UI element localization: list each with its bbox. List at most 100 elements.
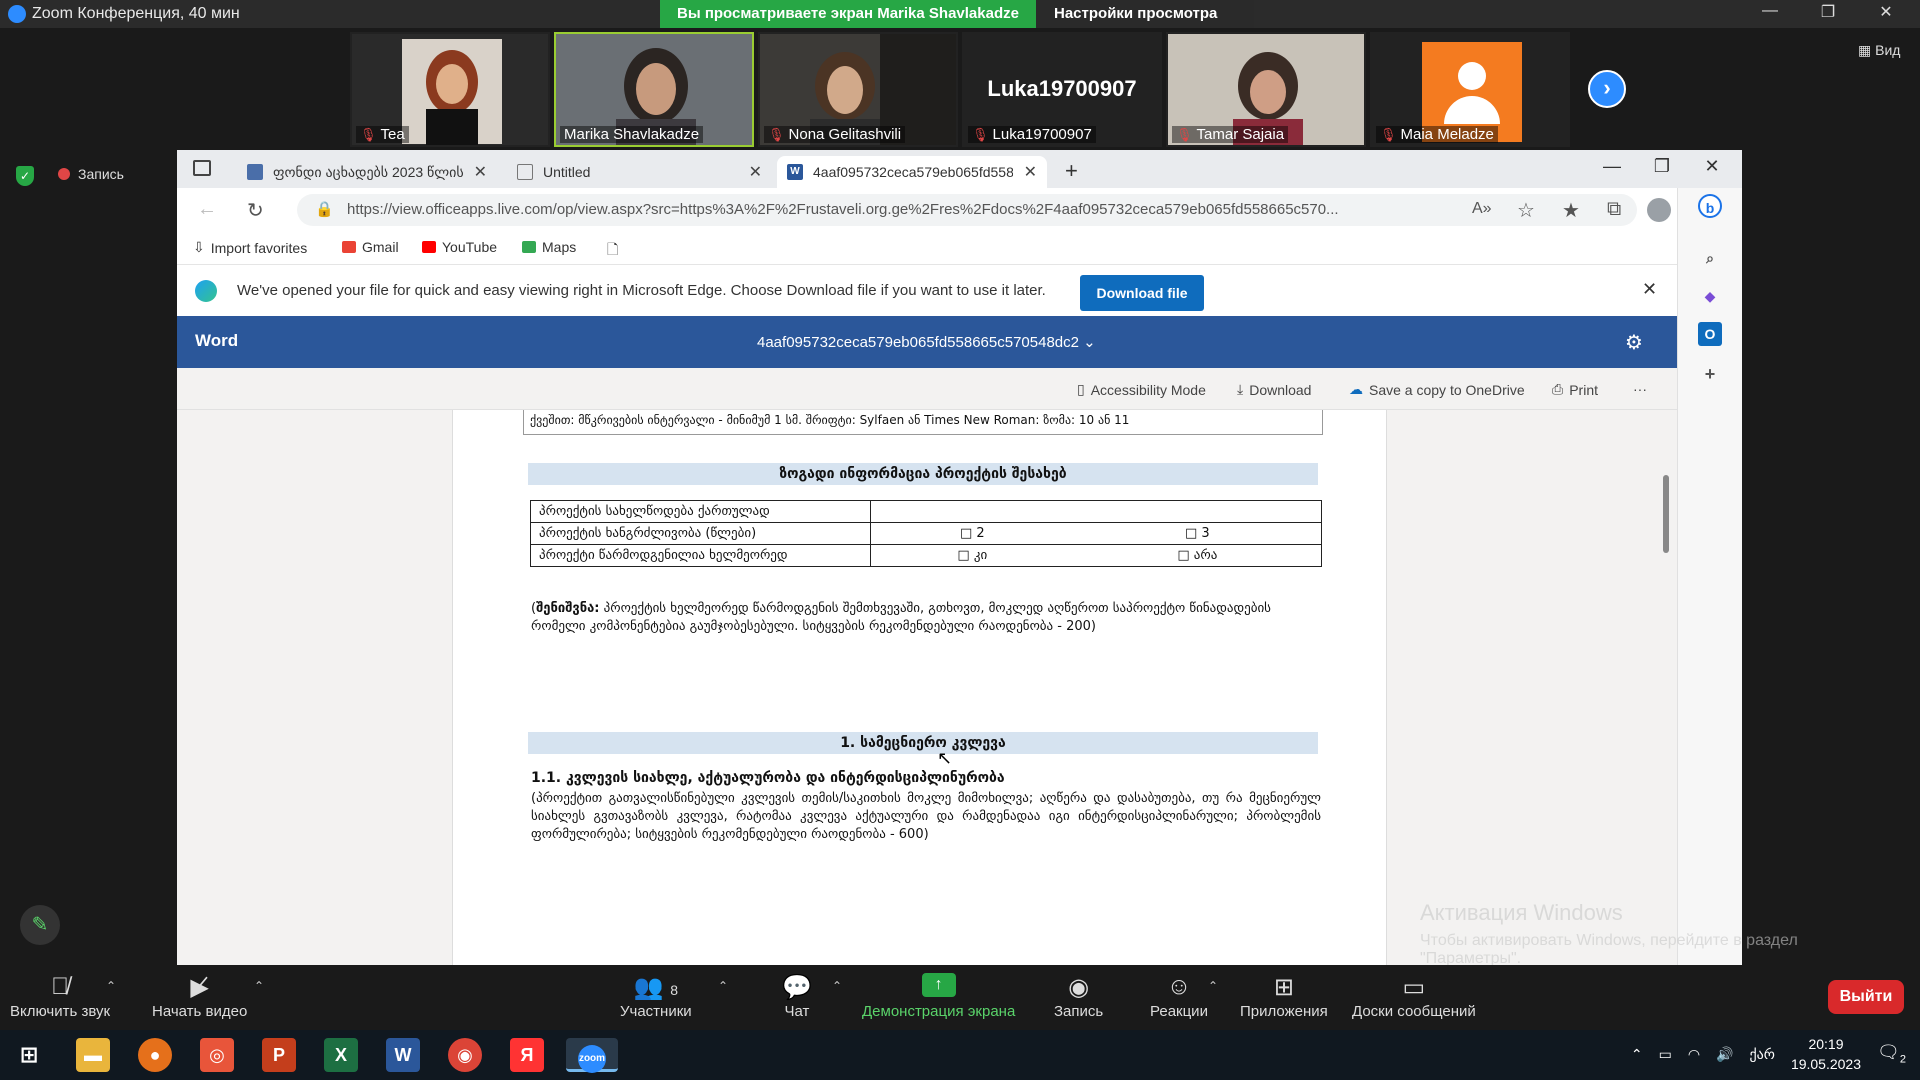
- participant-tile[interactable]: 🎙 Maia Meladze: [1370, 32, 1570, 147]
- doc-title[interactable]: 4aaf095732ceca579eb065fd558665c570548dc2…: [757, 333, 1096, 351]
- yandex-icon[interactable]: Я: [510, 1038, 544, 1072]
- restore-icon[interactable]: ❐: [1808, 2, 1848, 22]
- edge-info-bar: We've opened your file for quick and eas…: [177, 264, 1677, 316]
- close-icon[interactable]: ✕: [1866, 2, 1906, 22]
- excel-icon[interactable]: X: [324, 1038, 358, 1072]
- wifi-icon[interactable]: ◠: [1688, 1046, 1700, 1063]
- whiteboards-button[interactable]: ▭ Доски сообщений: [1352, 973, 1476, 1020]
- annotate-pencil-icon[interactable]: ✎: [20, 905, 60, 945]
- fav-youtube[interactable]: YouTube: [422, 239, 497, 255]
- clock[interactable]: 20:19 19.05.2023: [1791, 1034, 1861, 1074]
- camera-app-icon[interactable]: ◎: [200, 1038, 234, 1072]
- chat-options-caret[interactable]: ⌃: [832, 979, 842, 993]
- battery-icon[interactable]: ▭: [1659, 1046, 1672, 1063]
- tab-close-icon[interactable]: ✕: [474, 162, 487, 182]
- chevron-down-icon: ⌄: [1078, 334, 1096, 351]
- save-copy-button[interactable]: ☁ Save a copy to OneDrive: [1349, 381, 1525, 398]
- collections-icon[interactable]: ⧉: [1607, 198, 1621, 221]
- word-icon: W: [787, 164, 803, 180]
- tab-close-icon[interactable]: ✕: [749, 162, 762, 182]
- minimize-icon[interactable]: —: [1750, 2, 1790, 20]
- gmail-icon: [342, 241, 356, 253]
- download-file-button[interactable]: Download file: [1080, 275, 1204, 311]
- youtube-icon: [422, 241, 436, 253]
- participant-tile[interactable]: 🎙 Tea: [350, 32, 550, 147]
- back-icon[interactable]: ←: [197, 198, 217, 221]
- tab-close-icon[interactable]: ✕: [1024, 162, 1037, 182]
- muted-mic-icon: 🎙: [1380, 127, 1397, 142]
- chat-button[interactable]: 💬 Чат: [782, 973, 812, 1020]
- add-icon[interactable]: +: [1698, 362, 1722, 386]
- refresh-icon[interactable]: ↻: [247, 198, 264, 223]
- participant-tile[interactable]: Luka19700907 🎙 Luka19700907: [962, 32, 1162, 147]
- chevron-up-icon[interactable]: ⌃: [1631, 1046, 1643, 1063]
- tab-untitled[interactable]: Untitled ✕: [507, 156, 772, 188]
- video-options-caret[interactable]: ⌃: [254, 979, 264, 993]
- start-video-button[interactable]: ▶̸ Начать видео: [152, 973, 247, 1020]
- firefox-icon[interactable]: ●: [138, 1038, 172, 1072]
- view-button[interactable]: ▦ Вид: [1858, 42, 1900, 59]
- scrollbar[interactable]: [1663, 475, 1669, 553]
- import-icon: ⇩: [193, 239, 205, 255]
- restore-icon[interactable]: ❐: [1637, 156, 1687, 177]
- audio-options-caret[interactable]: ⌃: [106, 979, 116, 993]
- favorites-icon[interactable]: ★: [1562, 198, 1580, 223]
- language-indicator[interactable]: ქარ: [1750, 1046, 1775, 1063]
- search-icon[interactable]: ⌕: [1698, 246, 1722, 270]
- download-button[interactable]: ⤓ Download: [1237, 381, 1311, 398]
- windows-start-icon[interactable]: ⊞: [12, 1038, 46, 1072]
- leave-button[interactable]: Выйти: [1828, 980, 1904, 1014]
- record-button[interactable]: ◉ Запись: [1054, 973, 1103, 1020]
- chrome-icon[interactable]: ◉: [448, 1038, 482, 1072]
- url-field[interactable]: 🔒 https://view.officeapps.live.com/op/vi…: [297, 194, 1637, 226]
- reactions-button[interactable]: ☺ Реакции: [1150, 973, 1208, 1020]
- import-favorites[interactable]: ⇩ Import favorites: [193, 239, 307, 256]
- close-icon[interactable]: ✕: [1687, 156, 1737, 177]
- tab-fund[interactable]: ფონდი აცხადებს 2023 წლის ✕: [237, 156, 497, 188]
- close-icon[interactable]: ✕: [1642, 279, 1657, 300]
- share-screen-button[interactable]: ↑ Демонстрация экрана: [862, 973, 1015, 1020]
- more-options-button[interactable]: ···: [1633, 381, 1647, 397]
- fav-maps[interactable]: Maps: [522, 239, 576, 255]
- gear-icon[interactable]: ⚙: [1625, 330, 1643, 355]
- browser-window: ფონდი აცხადებს 2023 წლის ✕ Untitled ✕ W …: [177, 150, 1742, 965]
- share-arrow-icon: ↑: [921, 973, 956, 997]
- print-button[interactable]: ⎙ Print: [1552, 381, 1598, 398]
- system-tray: ⌃ ▭ ◠ 🔊 ქარ 20:19 19.05.2023 🗨2: [1631, 1034, 1906, 1074]
- tab-document[interactable]: W 4aaf095732ceca579eb065fd5586 ✕: [777, 156, 1047, 188]
- accessibility-mode-button[interactable]: ▯ Accessibility Mode: [1077, 381, 1206, 398]
- other-favorites-icon[interactable]: 🗋: [607, 239, 618, 263]
- unmute-button[interactable]: 🎙̸ Включить звук: [10, 973, 110, 1020]
- word-app-name[interactable]: Word: [195, 331, 238, 351]
- site-favicon-icon: [247, 164, 263, 180]
- minimize-icon[interactable]: —: [1587, 156, 1637, 177]
- new-tab-button[interactable]: +: [1065, 158, 1078, 184]
- fav-gmail[interactable]: Gmail: [342, 239, 399, 255]
- recording-indicator[interactable]: Запись: [58, 166, 124, 182]
- participants-options-caret[interactable]: ⌃: [718, 979, 728, 993]
- shield-icon[interactable]: ✓: [16, 166, 34, 186]
- view-settings-button[interactable]: Настройки просмотра ⌄: [1036, 0, 1254, 50]
- gallery-next-button[interactable]: ›: [1588, 70, 1626, 108]
- document-page: ქვეშით: მწკრივების ინტერვალი - მინიმუმ 1…: [452, 410, 1387, 965]
- notifications-icon[interactable]: 🗨2: [1877, 1042, 1906, 1066]
- copilot-icon[interactable]: ◆: [1698, 284, 1722, 308]
- outlook-icon[interactable]: O: [1698, 322, 1722, 346]
- word-icon[interactable]: W: [386, 1038, 420, 1072]
- participant-tile-active[interactable]: Marika Shavlakadze: [554, 32, 754, 147]
- participants-button[interactable]: 👥 8 Участники: [620, 973, 692, 1020]
- bing-icon[interactable]: b: [1698, 194, 1722, 218]
- participant-tile[interactable]: 🎙 Tamar Sajaia: [1166, 32, 1366, 147]
- volume-icon[interactable]: 🔊: [1716, 1046, 1733, 1063]
- tab-actions-icon[interactable]: [193, 160, 211, 176]
- read-aloud-icon[interactable]: A»: [1472, 200, 1492, 218]
- powerpoint-icon[interactable]: P: [262, 1038, 296, 1072]
- apps-button[interactable]: ⊞ Приложения: [1240, 973, 1328, 1020]
- file-explorer-icon[interactable]: ▬: [76, 1038, 110, 1072]
- participant-tile[interactable]: 🎙 Nona Gelitashvili: [758, 32, 958, 147]
- profile-avatar[interactable]: [1647, 198, 1671, 222]
- reactions-options-caret[interactable]: ⌃: [1208, 979, 1218, 993]
- favorite-star-icon[interactable]: ☆: [1517, 198, 1535, 223]
- document-viewer: ქვეშით: მწკრივების ინტერვალი - მინიმუმ 1…: [177, 410, 1677, 965]
- zoom-taskbar-icon[interactable]: zoom: [566, 1038, 618, 1073]
